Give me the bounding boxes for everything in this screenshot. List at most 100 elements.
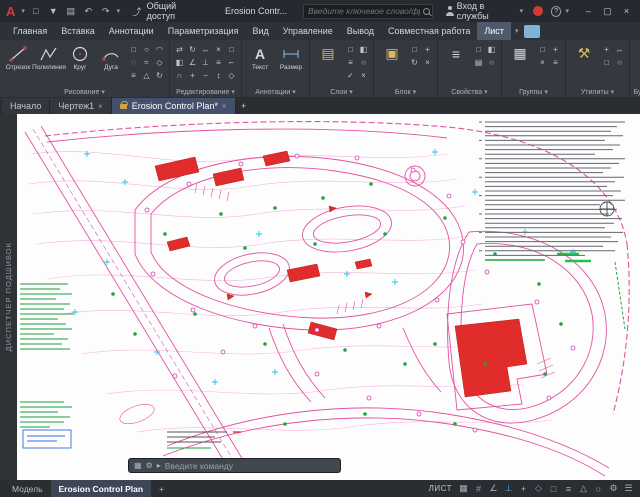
annotation-scale-icon[interactable]: △: [576, 481, 591, 496]
doc-tab-erosion-control-plan[interactable]: Erosion Control Plan* ×: [112, 98, 236, 114]
count-icon[interactable]: ○: [613, 56, 626, 69]
search-input[interactable]: [308, 6, 420, 16]
panel-title-block[interactable]: Блок ▾: [377, 87, 434, 97]
autocad-logo-icon[interactable]: A: [4, 5, 17, 18]
mirror-icon[interactable]: ◧: [173, 56, 186, 69]
layer-freeze-icon[interactable]: ◧: [357, 43, 370, 56]
close-button[interactable]: ×: [617, 1, 636, 21]
ribbon-tab-insert[interactable]: Вставка: [54, 22, 101, 40]
circle-button[interactable]: Круг: [65, 41, 95, 87]
trim-icon[interactable]: ⊥: [199, 56, 212, 69]
layout-tab-erosion-control-plan[interactable]: Erosion Control Plan: [51, 480, 152, 497]
ribbon-tab-collaborate[interactable]: Совместная работа: [381, 22, 477, 40]
move-icon[interactable]: ⇄: [173, 43, 186, 56]
panel-title-utilities[interactable]: Утилиты ▾: [569, 87, 626, 97]
block-sync-icon[interactable]: ×: [421, 56, 434, 69]
lineweight-icon[interactable]: ▤: [472, 56, 485, 69]
rotate-icon[interactable]: ↻: [186, 43, 199, 56]
dynamic-input-icon[interactable]: □: [546, 481, 561, 496]
group-manager-icon[interactable]: ≡: [549, 56, 562, 69]
layer-lock-icon[interactable]: ≡: [344, 56, 357, 69]
create-block-icon[interactable]: □: [408, 43, 421, 56]
tools-icon[interactable]: ⚙: [146, 461, 153, 470]
rectangle-icon[interactable]: □: [127, 43, 140, 56]
doc-tab-drawing1-close-icon[interactable]: ×: [98, 102, 103, 111]
point-icon[interactable]: ◌: [127, 56, 140, 69]
osnap-icon[interactable]: +: [516, 481, 531, 496]
chamfer-icon[interactable]: ◇: [225, 69, 238, 82]
qat-caret-icon[interactable]: ▾: [117, 7, 121, 15]
ribbon-tab-manage[interactable]: Управление: [276, 22, 340, 40]
lengthen-icon[interactable]: ↕: [212, 69, 225, 82]
model-tab[interactable]: Модель: [4, 480, 51, 497]
app-menu-caret-icon[interactable]: ▾: [21, 7, 25, 15]
maximize-button[interactable]: ▢: [598, 1, 617, 21]
snap-icon[interactable]: #: [471, 481, 486, 496]
new-icon[interactable]: □: [29, 3, 43, 19]
new-layout-button[interactable]: +: [151, 480, 167, 497]
new-drawing-button[interactable]: +: [236, 98, 252, 114]
group-select-icon[interactable]: ×: [536, 56, 549, 69]
layer-isolate-icon[interactable]: ○: [357, 56, 370, 69]
doc-tab-drawing1[interactable]: Чертеж1 ×: [50, 98, 111, 114]
ribbon-tabs-caret-icon[interactable]: ▾: [511, 22, 523, 40]
offset-icon[interactable]: ⌐: [225, 56, 238, 69]
redo-icon[interactable]: ↷: [99, 3, 113, 19]
line-button[interactable]: Отрезок: [3, 41, 33, 87]
spline-icon[interactable]: ≈: [140, 56, 153, 69]
object-tracking-icon[interactable]: ◇: [531, 481, 546, 496]
grid-icon[interactable]: ▦: [456, 481, 471, 496]
polyline-button[interactable]: Полилиния: [34, 41, 64, 87]
group-edit-icon[interactable]: +: [549, 43, 562, 56]
hatch-icon[interactable]: ≡: [127, 69, 140, 82]
copy-icon[interactable]: □: [225, 43, 238, 56]
arc-tool-icon[interactable]: ◠: [153, 43, 166, 56]
layer-properties-button[interactable]: ▤: [313, 41, 343, 87]
minimize-button[interactable]: –: [579, 1, 598, 21]
panel-title-modify[interactable]: Редактирование ▾: [173, 87, 238, 97]
color-swatch-icon[interactable]: □: [472, 43, 485, 56]
arc-button[interactable]: Дуга: [96, 41, 126, 87]
id-point-icon[interactable]: □: [600, 56, 613, 69]
revcloud-icon[interactable]: ↻: [153, 69, 166, 82]
array-icon[interactable]: ≡: [212, 56, 225, 69]
ribbon-tab-annotate[interactable]: Аннотации: [102, 22, 161, 40]
dimension-button[interactable]: Размер: [276, 41, 306, 87]
ungroup-icon[interactable]: □: [536, 43, 549, 56]
join-icon[interactable]: ∩: [173, 69, 186, 82]
signin-button[interactable]: Вход в службы ▾: [445, 1, 523, 21]
insert-block-button[interactable]: ▣: [377, 41, 407, 87]
command-input[interactable]: Введите команду: [165, 461, 233, 471]
customization-menu-icon[interactable]: ☰: [621, 481, 636, 496]
panel-title-layers[interactable]: Слои ▾: [313, 87, 370, 97]
settings-gear-icon[interactable]: ⚙: [606, 481, 621, 496]
ribbon-tab-parametric[interactable]: Параметризация: [161, 22, 246, 40]
explode-icon[interactable]: −: [199, 69, 212, 82]
drawing-canvas[interactable]: ▦ ⚙ ▸ Введите команду: [17, 114, 640, 480]
doc-tab-start[interactable]: Начало: [2, 98, 50, 114]
print-icon[interactable]: ▤: [64, 3, 78, 19]
search-icon[interactable]: [423, 8, 430, 15]
ribbon-display-toggle-icon[interactable]: [524, 25, 540, 38]
group-button[interactable]: ▦: [505, 41, 535, 87]
command-line[interactable]: ▦ ⚙ ▸ Введите команду: [128, 458, 341, 473]
ribbon-tab-home[interactable]: Главная: [6, 22, 54, 40]
linetype-icon[interactable]: ◧: [485, 43, 498, 56]
share-button[interactable]: ⤴ Общий доступ: [124, 0, 211, 23]
fillet-icon[interactable]: ∠: [186, 56, 199, 69]
panel-title-properties[interactable]: Свойства ▾: [441, 87, 498, 97]
undo-icon[interactable]: ↶: [82, 3, 96, 19]
panel-title-groups[interactable]: Группы ▾: [505, 87, 562, 97]
ellipse-icon[interactable]: ○: [140, 43, 153, 56]
transparency-icon[interactable]: ○: [485, 56, 498, 69]
doc-tab-erosion-close-icon[interactable]: ×: [222, 102, 227, 111]
scale-icon[interactable]: +: [186, 69, 199, 82]
edit-block-icon[interactable]: +: [421, 43, 434, 56]
ribbon-tab-output[interactable]: Вывод: [340, 22, 381, 40]
stretch-icon[interactable]: ↔: [199, 43, 212, 56]
panel-title-annotation[interactable]: Аннотации ▾: [245, 87, 306, 97]
layer-off-icon[interactable]: □: [344, 43, 357, 56]
ortho-icon[interactable]: ∠: [486, 481, 501, 496]
match-properties-button[interactable]: ≡: [441, 41, 471, 87]
lineweight-display-icon[interactable]: ≡: [561, 481, 576, 496]
